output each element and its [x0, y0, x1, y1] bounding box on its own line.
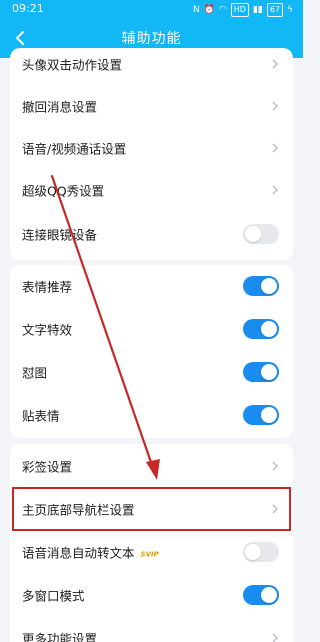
settings-group-3: 彩签设置 主页底部导航栏设置 语音消息自动转文本 SVIP 多窗口模式 更多功能设…: [10, 444, 293, 642]
row-label: 多窗口模式: [22, 588, 85, 604]
network-badge: HD: [230, 3, 249, 17]
toggle-knob: [245, 544, 261, 560]
svip-badge: SVIP: [140, 550, 159, 558]
row-label: 表情推荐: [22, 279, 73, 295]
row-color-tag[interactable]: 彩签设置: [10, 445, 293, 487]
toggle-knob: [245, 226, 261, 242]
row-voice-video-call[interactable]: 语音/视频通话设置: [10, 127, 293, 169]
row-voice-to-text: 语音消息自动转文本 SVIP: [10, 531, 293, 573]
row-label: 贴表情: [22, 408, 60, 424]
settings-group-2: 表情推荐 文字特效 怼图 贴表情: [10, 265, 293, 438]
status-bar: 09:21 N ⏰ ◠ HD ▮▮ 67 ϟ: [0, 0, 303, 18]
row-label: 怼图: [22, 365, 48, 381]
wifi-icon: ◠: [218, 5, 227, 15]
row-more-settings[interactable]: 更多功能设置: [10, 617, 293, 642]
row-label: 超级QQ秀设置: [22, 183, 105, 199]
chevron-right-icon: [272, 59, 278, 69]
chevron-right-icon: [272, 185, 278, 195]
chevron-right-icon: [272, 101, 278, 111]
toggle-knob: [261, 587, 277, 603]
voice-to-text-label: 语音消息自动转文本: [22, 545, 135, 561]
text-effects-toggle[interactable]: [243, 319, 279, 339]
paste-sticker-toggle[interactable]: [243, 405, 279, 425]
row-recall-message[interactable]: 撤回消息设置: [10, 85, 293, 127]
row-sticker-recommend: 表情推荐: [10, 265, 293, 307]
signal-icon: ▮▮: [252, 5, 263, 15]
row-label: 头像双击动作设置: [22, 57, 123, 73]
row-label: 语音消息自动转文本 SVIP: [22, 543, 159, 562]
toggle-knob: [261, 407, 277, 423]
battery-icon: 67: [266, 3, 284, 17]
row-label: 连接眼镜设备: [22, 227, 98, 243]
row-avatar-double-tap[interactable]: 头像双击动作设置: [10, 48, 293, 85]
row-label: 撤回消息设置: [22, 99, 98, 115]
status-icons: N ⏰ ◠ HD ▮▮ 67 ϟ: [193, 3, 293, 17]
chevron-right-icon: [272, 461, 278, 471]
alarm-icon: ⏰: [203, 5, 215, 15]
meme-image-toggle[interactable]: [243, 362, 279, 382]
row-super-qq-show[interactable]: 超级QQ秀设置: [10, 169, 293, 211]
nfc-icon: N: [192, 5, 200, 15]
row-multi-window: 多窗口模式: [10, 574, 293, 616]
highlight-box: [12, 487, 291, 531]
multi-window-toggle[interactable]: [243, 585, 279, 605]
page-title: 辅助功能: [121, 31, 182, 47]
voice-to-text-toggle[interactable]: [243, 542, 279, 562]
toggle-knob: [261, 364, 277, 380]
glasses-toggle[interactable]: [243, 224, 279, 244]
row-label: 彩签设置: [22, 459, 73, 475]
settings-group-1: 头像双击动作设置 撤回消息设置 语音/视频通话设置 超级QQ秀设置 连接眼镜设备: [10, 48, 293, 260]
row-connect-glasses: 连接眼镜设备: [10, 213, 293, 255]
chevron-right-icon: [272, 633, 278, 642]
status-time: 09:21: [12, 2, 44, 15]
toggle-knob: [261, 278, 277, 294]
row-text-effects: 文字特效: [10, 308, 293, 350]
row-paste-sticker: 贴表情: [10, 394, 293, 436]
row-label: 文字特效: [22, 322, 73, 338]
row-label: 语音/视频通话设置: [22, 141, 127, 157]
toggle-knob: [261, 321, 277, 337]
chevron-right-icon: [272, 143, 278, 153]
sticker-recommend-toggle[interactable]: [243, 276, 279, 296]
row-label: 更多功能设置: [22, 631, 98, 642]
charging-icon: ϟ: [287, 5, 293, 15]
row-meme-image: 怼图: [10, 351, 293, 393]
